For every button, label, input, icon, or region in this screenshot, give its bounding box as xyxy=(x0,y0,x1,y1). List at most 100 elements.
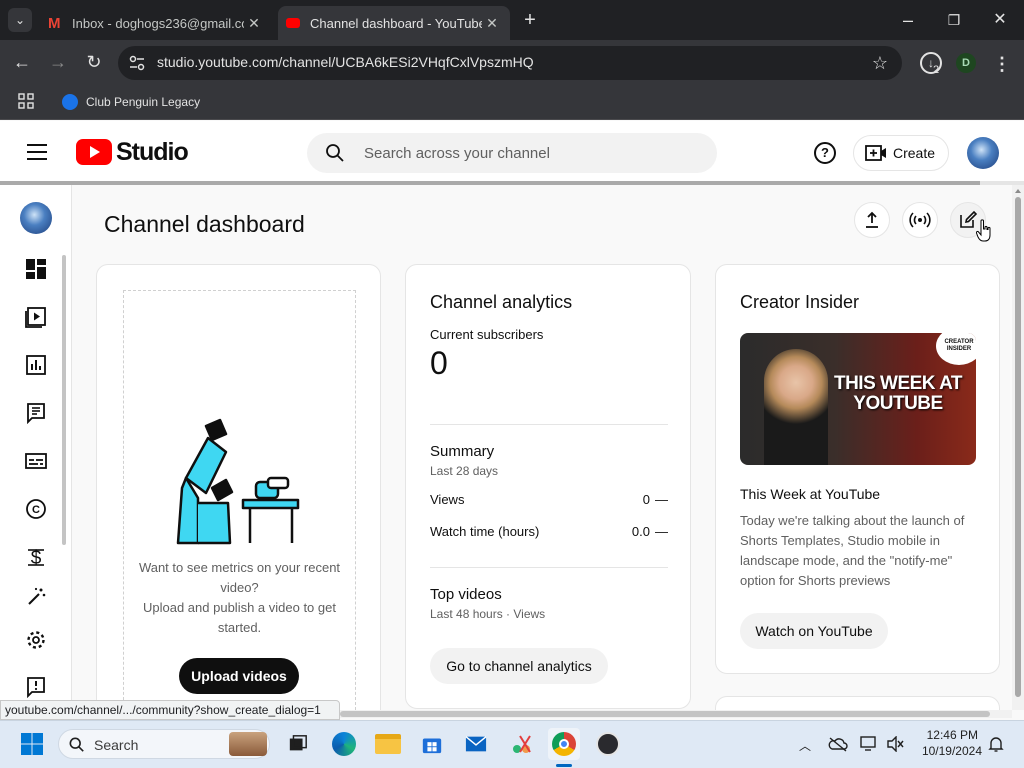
feedback-icon xyxy=(27,677,45,698)
obs-studio-icon[interactable] xyxy=(592,728,624,760)
mail-icon[interactable] xyxy=(460,728,492,760)
taskbar-search-label: Search xyxy=(94,737,139,753)
sidebar-item-customization[interactable] xyxy=(16,587,56,607)
monetization-dollar-icon: $ xyxy=(28,548,44,568)
snipping-tool-icon[interactable] xyxy=(506,728,538,760)
forward-arrow-icon[interactable]: → xyxy=(46,50,70,74)
bookmark-star-icon[interactable]: ☆ xyxy=(868,51,892,75)
microscope-illustration xyxy=(176,418,300,545)
upload-videos-label: Upload videos xyxy=(191,668,287,684)
live-broadcast-icon xyxy=(909,212,931,228)
browser-tab-strip: ⌄ M Inbox - doghogs236@gmail.com ✕ Chann… xyxy=(0,0,1024,40)
scrollbar-thumb[interactable] xyxy=(1015,197,1021,697)
apps-grid-icon[interactable] xyxy=(18,93,34,109)
display-network-icon[interactable] xyxy=(860,736,878,752)
create-video-plus-icon xyxy=(865,145,886,161)
go-to-analytics-button[interactable]: Go to channel analytics xyxy=(430,648,608,684)
create-label: Create xyxy=(893,145,936,161)
metric-trend: — xyxy=(655,492,668,507)
sidebar-item-earn[interactable]: $ xyxy=(16,539,56,575)
volume-muted-icon[interactable] xyxy=(886,735,904,753)
windows-start-icon[interactable] xyxy=(16,728,48,760)
address-bar[interactable]: studio.youtube.com/channel/UCBA6kESi2VHq… xyxy=(118,46,902,80)
create-button[interactable]: Create xyxy=(853,135,949,171)
search-highlight-image xyxy=(229,732,267,756)
upload-prompt-line1: Want to see metrics on your recent video… xyxy=(138,560,341,595)
minimize-window-icon[interactable]: – xyxy=(896,8,920,32)
microsoft-store-icon[interactable] xyxy=(416,728,448,760)
downloads-count-badge: 2 xyxy=(933,64,940,76)
summary-row-watch-time: Watch time (hours) 0.0 — xyxy=(430,524,668,542)
channel-analytics-card: Channel analytics Current subscribers 0 … xyxy=(405,264,691,709)
insider-video-thumbnail[interactable]: CREATOR INSIDER THIS WEEK AT YOUTUBE xyxy=(740,333,976,465)
bookmarks-bar: Club Penguin Legacy xyxy=(0,84,1024,120)
sidebar-item-content[interactable] xyxy=(16,299,56,335)
close-tab-icon[interactable]: ✕ xyxy=(244,15,264,32)
chrome-icon[interactable] xyxy=(548,728,580,760)
edge-browser-icon[interactable] xyxy=(328,728,360,760)
go-live-button[interactable] xyxy=(902,202,938,238)
tab-gmail[interactable]: M Inbox - doghogs236@gmail.com ✕ xyxy=(40,6,272,40)
top-videos-title: Top videos xyxy=(430,586,502,603)
metric-trend: — xyxy=(655,524,668,539)
hamburger-menu-icon[interactable] xyxy=(26,143,48,161)
insider-video-title[interactable]: This Week at YouTube xyxy=(740,486,880,502)
site-info-icon[interactable] xyxy=(128,54,146,72)
sidebar-item-copyright[interactable]: C xyxy=(16,491,56,527)
restore-window-icon[interactable]: ❐ xyxy=(942,8,966,32)
browser-menu-icon[interactable]: ⋮ xyxy=(990,52,1014,76)
thumbnail-badge: CREATOR INSIDER xyxy=(936,333,976,365)
metric-label: Views xyxy=(430,492,465,507)
presenter-figure xyxy=(764,349,828,465)
sidebar-item-analytics[interactable] xyxy=(16,347,56,383)
hscroll-thumb[interactable] xyxy=(340,711,990,717)
subscribers-label: Current subscribers xyxy=(430,327,544,342)
search-bar[interactable]: Search across your channel xyxy=(307,133,717,173)
subtitles-icon xyxy=(25,453,47,469)
sidebar-item-dashboard[interactable] xyxy=(16,251,56,287)
sidebar-scrollbar[interactable] xyxy=(62,255,66,545)
tab-list-chevron-icon[interactable]: ⌄ xyxy=(8,8,32,32)
main-scrollbar[interactable] xyxy=(1012,185,1024,710)
search-icon xyxy=(69,737,84,752)
divider xyxy=(430,424,668,425)
metric-value: 0.0 xyxy=(631,524,650,539)
help-icon[interactable]: ? xyxy=(814,142,836,164)
account-avatar[interactable] xyxy=(967,137,999,169)
sidebar-item-settings[interactable] xyxy=(16,622,56,658)
metric-value: 0 xyxy=(642,492,650,507)
sidebar-item-subtitles[interactable] xyxy=(16,443,56,479)
watch-on-youtube-button[interactable]: Watch on YouTube xyxy=(740,613,888,649)
mouse-cursor-icon xyxy=(975,219,992,243)
notification-bell-icon[interactable] xyxy=(988,736,1004,752)
clock-date[interactable]: 10/19/2024 xyxy=(912,744,982,758)
upload-video-button[interactable] xyxy=(854,202,890,238)
clock-time[interactable]: 12:46 PM xyxy=(916,728,978,742)
svg-text:C: C xyxy=(32,504,40,516)
close-tab-icon[interactable]: ✕ xyxy=(482,15,502,32)
metric-label: Watch time (hours) xyxy=(430,524,540,539)
channel-avatar[interactable] xyxy=(20,202,52,234)
studio-logo[interactable]: Studio xyxy=(76,137,189,167)
link-status-bar: youtube.com/channel/.../community?show_c… xyxy=(0,700,340,720)
search-input[interactable]: Search across your channel xyxy=(364,145,550,162)
profile-avatar[interactable]: D xyxy=(956,53,976,73)
back-arrow-icon[interactable]: ← xyxy=(10,50,34,74)
creator-insider-card: Creator Insider CREATOR INSIDER THIS WEE… xyxy=(715,264,1000,674)
onedrive-icon[interactable] xyxy=(828,736,848,752)
copyright-icon: C xyxy=(26,499,46,519)
file-explorer-icon[interactable] xyxy=(372,728,404,760)
show-hidden-icons-chevron-icon[interactable]: ︿ xyxy=(798,737,812,753)
new-tab-plus-icon[interactable]: + xyxy=(518,8,542,32)
taskbar-search-box[interactable]: Search xyxy=(58,729,270,759)
sidebar-item-comments[interactable] xyxy=(16,395,56,431)
gear-icon xyxy=(27,631,45,649)
upload-videos-button[interactable]: Upload videos xyxy=(179,658,299,694)
scroll-up-arrow-icon[interactable] xyxy=(1015,189,1021,193)
page-title: Channel dashboard xyxy=(104,211,305,237)
bookmark-club-penguin[interactable]: Club Penguin Legacy xyxy=(62,90,200,114)
reload-icon[interactable]: ↻ xyxy=(82,50,106,74)
close-window-icon[interactable]: ✕ xyxy=(988,8,1012,32)
task-view-icon[interactable] xyxy=(282,728,314,760)
tab-youtube-studio[interactable]: Channel dashboard - YouTube Studio ✕ xyxy=(278,6,510,40)
